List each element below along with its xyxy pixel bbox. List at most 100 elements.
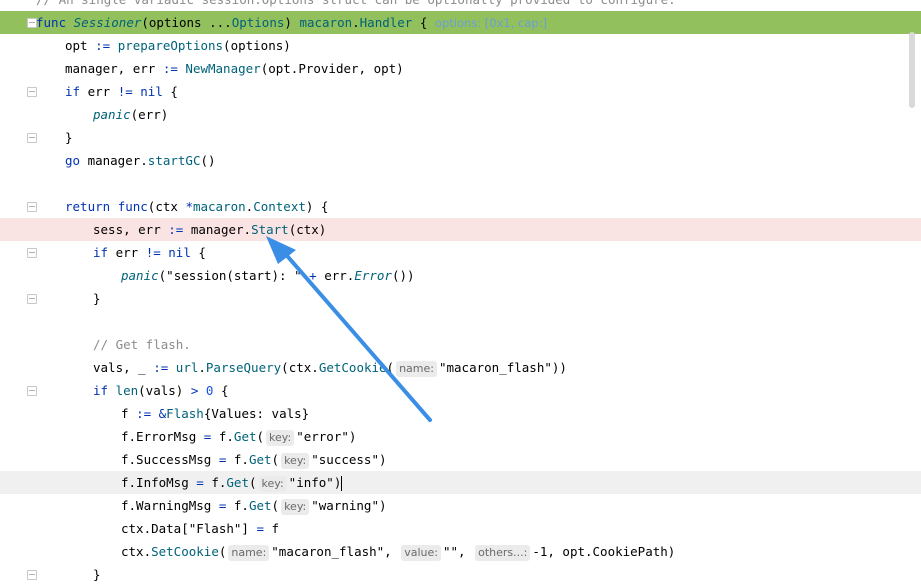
code-text: panic("session(start): " + err.Error()) [121, 264, 415, 287]
code-text: return func(ctx *macaron.Context) { [65, 195, 328, 218]
code-editor[interactable]: // An single variadic session.Options st… [0, 0, 921, 582]
parameter-hint: key: [281, 499, 310, 515]
code-token: func [117, 199, 148, 214]
code-line[interactable]: f.SuccessMsg = f.Get(key: "success") [32, 448, 921, 471]
code-line[interactable]: f := &Flash{Values: vals} [32, 402, 921, 425]
code-token: if [93, 245, 116, 260]
code-token: (err) [130, 107, 169, 122]
fold-marker-icon[interactable] [27, 18, 37, 28]
code-token: panic [93, 107, 131, 122]
code-token: macaron [299, 15, 353, 30]
code-token: manager. [190, 222, 252, 237]
code-token: f.InfoMsg [121, 475, 197, 490]
code-text: go manager.startGC() [65, 149, 216, 172]
code-token: "warning") [311, 498, 387, 513]
code-token: "info") [288, 475, 342, 490]
code-token: Start [251, 222, 289, 237]
code-line[interactable]: return func(ctx *macaron.Context) { [32, 195, 921, 218]
code-line[interactable]: if err != nil { [32, 80, 921, 103]
code-token: manager. [87, 153, 148, 168]
code-line[interactable]: // An single variadic session.Options st… [32, 0, 921, 11]
fold-marker-icon[interactable] [27, 386, 37, 396]
code-line[interactable]: panic(err) [32, 103, 921, 126]
code-text: // An single variadic session.Options st… [36, 0, 676, 11]
code-token: (options ... [141, 15, 232, 30]
code-line[interactable]: f.WarningMsg = f.Get(key: "warning") [32, 494, 921, 517]
code-token: > [190, 383, 206, 398]
code-token: { [412, 15, 435, 30]
code-token: := [136, 406, 159, 421]
code-text: } [65, 126, 73, 149]
code-token: ctx.Data["Flash"] [121, 521, 257, 536]
code-token: = [218, 452, 234, 467]
code-token: macaron [192, 199, 246, 214]
code-line[interactable]: f.InfoMsg = f.Get(key: "info") [0, 471, 921, 494]
code-line[interactable]: } [32, 126, 921, 149]
code-token: (vals) [138, 383, 191, 398]
fold-marker-icon[interactable] [27, 87, 37, 97]
code-token: Get [233, 429, 257, 444]
code-token: } [65, 130, 73, 145]
code-token: { [213, 383, 229, 398]
fold-marker-icon[interactable] [27, 202, 37, 212]
code-line[interactable]: if err != nil { [32, 241, 921, 264]
parameter-hint: key: [266, 430, 295, 446]
code-text: // Get flash. [93, 333, 191, 356]
code-token: nil [168, 245, 191, 260]
code-token: := [153, 360, 176, 375]
fold-marker-icon[interactable] [27, 294, 37, 304]
code-token: := [168, 222, 191, 237]
code-line[interactable]: // Get flash. [32, 333, 921, 356]
code-token: SetCookie [151, 544, 219, 559]
code-token: err [115, 245, 146, 260]
code-token: ( [248, 475, 257, 490]
code-line[interactable]: opt := prepareOptions(options) [32, 34, 921, 57]
code-token: Get [226, 475, 249, 490]
code-token: f.SuccessMsg [121, 452, 219, 467]
code-text: if len(vals) > 0 { [93, 379, 229, 402]
code-line[interactable] [32, 310, 921, 333]
code-line[interactable]: go manager.startGC() [32, 149, 921, 172]
vertical-scrollbar[interactable] [909, 32, 915, 108]
code-token: GetCookie [318, 360, 387, 375]
code-token: (ctx [147, 199, 186, 214]
code-text: f.InfoMsg = f.Get(key: "info") [121, 471, 343, 494]
code-line[interactable] [32, 172, 921, 195]
code-line[interactable]: func Sessioner(options ...Options) macar… [0, 11, 921, 34]
code-token: startGC [147, 153, 201, 168]
code-line[interactable]: vals, _ := url.ParseQuery(ctx.GetCookie(… [32, 356, 921, 379]
code-line[interactable]: ctx.SetCookie(name: "macaron_flash", valu… [32, 540, 921, 563]
code-token: (ctx. [281, 360, 319, 375]
code-token: Context [253, 199, 306, 214]
code-token: Get [248, 498, 272, 513]
code-token: nil [140, 84, 163, 99]
code-token: // Get flash. [93, 337, 191, 352]
code-token: . [198, 360, 206, 375]
code-token: "macaron_flash", [271, 544, 400, 559]
code-line[interactable]: manager, err := NewManager(opt.Provider,… [32, 57, 921, 80]
code-token: ( [386, 360, 395, 375]
code-line[interactable]: f.ErrorMsg = f.Get(key: "error") [32, 425, 921, 448]
code-line[interactable]: } [32, 287, 921, 310]
code-token: Handler [359, 15, 413, 30]
code-line[interactable]: ctx.Data["Flash"] = f [32, 517, 921, 540]
code-line[interactable]: sess, err := manager.Start(ctx) [0, 218, 921, 241]
code-token: "macaron_flash" [438, 360, 552, 375]
fold-marker-icon[interactable] [27, 248, 37, 258]
debug-inline-value: options: [0x1, cap:] [434, 16, 548, 30]
fold-marker-icon[interactable] [27, 133, 37, 143]
code-token: f.ErrorMsg [121, 429, 204, 444]
code-token: = [256, 521, 272, 536]
code-token: go [65, 153, 88, 168]
code-token: = [196, 475, 212, 490]
code-token: } [93, 291, 101, 306]
code-line[interactable]: if len(vals) > 0 { [32, 379, 921, 402]
fold-marker-icon[interactable] [27, 570, 37, 580]
code-token: prepareOptions [117, 38, 224, 53]
code-token: (opt.Provider, opt) [260, 61, 404, 76]
code-text: sess, err := manager.Start(ctx) [93, 218, 326, 241]
code-token: (ctx) [288, 222, 327, 237]
code-token: {Values: vals} [203, 406, 310, 421]
code-line[interactable]: panic("session(start): " + err.Error()) [32, 264, 921, 287]
code-token: ()) [391, 268, 415, 283]
